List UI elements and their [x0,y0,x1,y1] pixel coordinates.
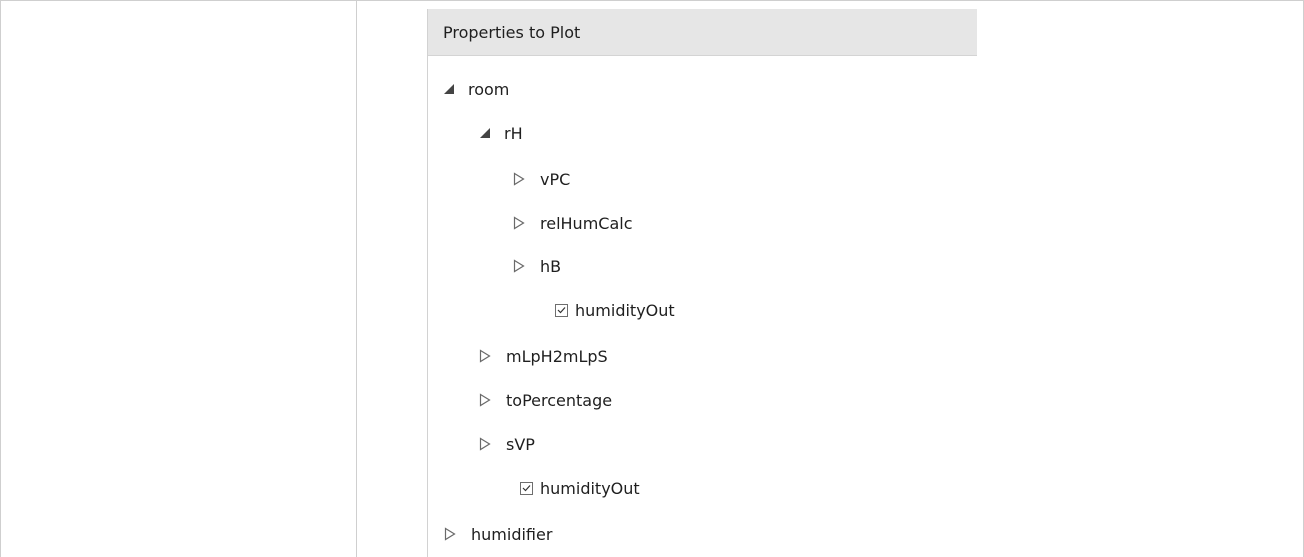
collapsed-arrow-icon[interactable] [479,349,491,363]
collapsed-arrow-icon[interactable] [513,172,525,186]
tree-node-label: sVP [506,434,535,454]
checkbox-checked-icon[interactable] [520,481,533,495]
tree-node-label: toPercentage [506,390,613,410]
tree-node-label: mLpH2mLpS [506,346,608,366]
expanded-arrow-icon[interactable] [480,128,490,138]
tree-node-label: hB [540,256,562,276]
tree-node-label: vPC [540,169,571,189]
expanded-arrow-icon[interactable] [444,84,454,94]
tree-node-hb[interactable]: hB [513,251,561,281]
collapsed-arrow-icon[interactable] [513,216,525,230]
checkbox-checked-icon[interactable] [555,303,568,317]
table-column-divider [356,0,357,557]
collapsed-arrow-icon[interactable] [479,393,491,407]
tree-node-svp[interactable]: sVP [479,429,535,459]
table-left-border [0,0,1,557]
table-top-border [0,0,1304,1]
tree-node-humidifier[interactable]: humidifier [444,519,552,549]
panel-left-edge [427,9,428,557]
tree-node-rh[interactable]: rH [480,118,523,148]
tree-node-mlph2mlps[interactable]: mLpH2mLpS [479,341,608,371]
tree-node-label: rH [504,123,523,143]
panel-header: Properties to Plot [427,9,977,56]
tree-node-humidityout-rh[interactable]: humidityOut [555,295,675,325]
tree-node-humidityout-room[interactable]: humidityOut [520,473,640,503]
collapsed-arrow-icon[interactable] [513,259,525,273]
tree-node-label: humidityOut [540,478,640,498]
tree-node-label: humidityOut [575,300,675,320]
collapsed-arrow-icon[interactable] [479,437,491,451]
tree-node-label: room [468,79,510,99]
tree-node-relhumcalc[interactable]: relHumCalc [513,208,633,238]
tree-node-topercentage[interactable]: toPercentage [479,385,612,415]
collapsed-arrow-icon[interactable] [444,527,456,541]
tree-node-label: humidifier [471,524,553,544]
tree-node-vpc[interactable]: vPC [513,164,570,194]
tree-node-label: relHumCalc [540,213,633,233]
properties-to-plot-panel: Properties to Plot room rH vPC relHumCal… [427,9,977,557]
panel-title: Properties to Plot [443,23,581,42]
tree-node-room[interactable]: room [444,74,509,104]
